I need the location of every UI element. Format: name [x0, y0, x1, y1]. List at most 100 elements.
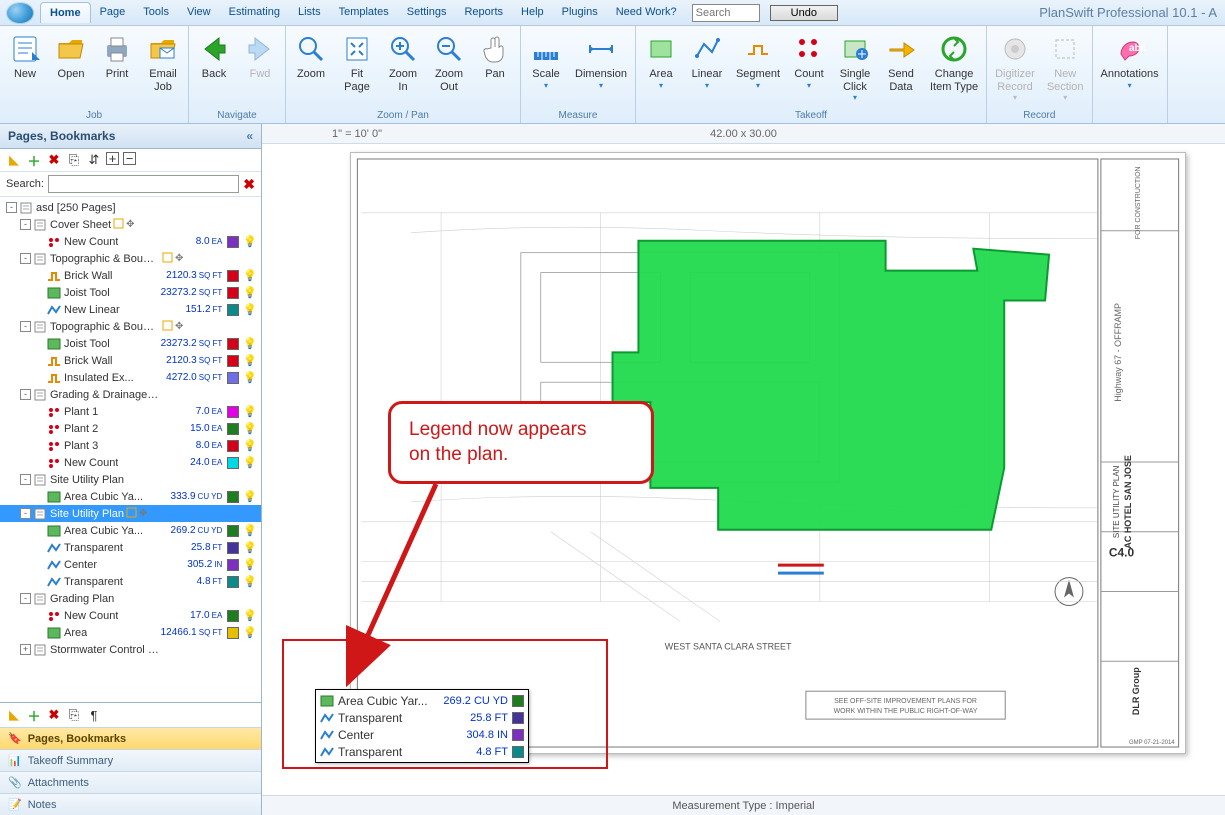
bulb-icon[interactable]: 💡 — [243, 354, 257, 367]
linear-button[interactable]: Linear▾ — [684, 28, 730, 109]
page-tree[interactable]: -asd [250 Pages]-Cover Sheet✥New Count8.… — [0, 197, 261, 702]
print-button[interactable]: Print — [94, 28, 140, 109]
color-swatch[interactable] — [227, 491, 239, 503]
tab-estimating[interactable]: Estimating — [220, 2, 289, 23]
back-button[interactable]: Back — [191, 28, 237, 109]
bt-add-icon[interactable]: ＋ — [26, 707, 42, 723]
tab-plugins[interactable]: Plugins — [553, 2, 607, 23]
single-button[interactable]: SingleClick▾ — [832, 28, 878, 109]
bulb-icon[interactable]: 💡 — [243, 609, 257, 622]
bulb-icon[interactable]: 💡 — [243, 371, 257, 384]
color-swatch[interactable] — [227, 559, 239, 571]
tree-node[interactable]: Plant 17.0 EA💡 — [0, 403, 261, 420]
bulb-icon[interactable]: 💡 — [243, 524, 257, 537]
bulb-icon[interactable]: 💡 — [243, 269, 257, 282]
tab-takeoff-summary[interactable]: 📊Takeoff Summary — [0, 749, 261, 771]
dimension-button[interactable]: Dimension▾ — [569, 28, 633, 109]
tab-page[interactable]: Page — [91, 2, 135, 23]
color-swatch[interactable] — [227, 542, 239, 554]
bulb-icon[interactable]: 💡 — [243, 558, 257, 571]
segment-button[interactable]: Segment▾ — [730, 28, 786, 109]
tree-node[interactable]: -asd [250 Pages] — [0, 199, 261, 216]
tab-tools[interactable]: Tools — [134, 2, 178, 23]
new-button[interactable]: New — [2, 28, 48, 109]
color-swatch[interactable] — [227, 406, 239, 418]
tab-need-work-[interactable]: Need Work? — [607, 2, 686, 23]
color-swatch[interactable] — [227, 610, 239, 622]
tree-node[interactable]: New Count24.0 EA💡 — [0, 454, 261, 471]
viewport[interactable]: FOR CONSTRUCTION Highway 67 - OFFRAMP SI… — [262, 144, 1225, 795]
tree-node[interactable]: -Cover Sheet✥ — [0, 216, 261, 233]
area-dropdown-icon[interactable]: ▾ — [659, 81, 663, 90]
clear-search-icon[interactable]: ✖ — [243, 176, 255, 193]
tree-toggle-icon[interactable]: - — [6, 202, 17, 213]
color-swatch[interactable] — [227, 457, 239, 469]
color-swatch[interactable] — [227, 304, 239, 316]
color-swatch[interactable] — [227, 440, 239, 452]
bulb-icon[interactable]: 💡 — [243, 286, 257, 299]
dimension-dropdown-icon[interactable]: ▾ — [599, 81, 603, 90]
scale-button[interactable]: Scale▾ — [523, 28, 569, 109]
bulb-icon[interactable]: 💡 — [243, 456, 257, 469]
tab-settings[interactable]: Settings — [398, 2, 456, 23]
tree-node[interactable]: Brick Wall2120.3 SQ FT💡 — [0, 352, 261, 369]
tree-node[interactable]: Transparent25.8 FT💡 — [0, 539, 261, 556]
tab-templates[interactable]: Templates — [330, 2, 398, 23]
tree-toggle-icon[interactable]: - — [20, 219, 31, 230]
tree-node[interactable]: Plant 215.0 EA💡 — [0, 420, 261, 437]
bt-triangle-icon[interactable]: ◣ — [6, 707, 22, 723]
tree-toggle-icon[interactable]: - — [20, 593, 31, 604]
tree-node[interactable]: Joist Tool23273.2 SQ FT💡 — [0, 335, 261, 352]
annotations-button[interactable]: abcAnnotations▾ — [1095, 28, 1165, 109]
tree-toggle-icon[interactable]: - — [20, 321, 31, 332]
color-swatch[interactable] — [227, 576, 239, 588]
count-dropdown-icon[interactable]: ▾ — [807, 81, 811, 90]
tree-node[interactable]: Insulated Ex...4272.0 SQ FT💡 — [0, 369, 261, 386]
tab-home[interactable]: Home — [40, 2, 91, 23]
extra-icon[interactable] — [126, 507, 137, 521]
annotations-dropdown-icon[interactable]: ▾ — [1128, 81, 1132, 90]
bulb-icon[interactable]: 💡 — [243, 422, 257, 435]
extra-icon[interactable] — [162, 252, 173, 266]
tree-node[interactable]: Joist Tool23273.2 SQ FT💡 — [0, 284, 261, 301]
bulb-icon[interactable]: 💡 — [243, 303, 257, 316]
bulb-icon[interactable]: 💡 — [243, 337, 257, 350]
undo-button[interactable]: Undo — [770, 5, 838, 21]
zout-button[interactable]: ZoomOut — [426, 28, 472, 109]
move-icon[interactable]: ✥ — [139, 508, 147, 519]
tree-toggle-icon[interactable]: + — [20, 644, 31, 655]
linear-dropdown-icon[interactable]: ▾ — [705, 81, 709, 90]
bulb-icon[interactable]: 💡 — [243, 541, 257, 554]
tree-node[interactable]: Center305.2 IN💡 — [0, 556, 261, 573]
fitpage-button[interactable]: FitPage — [334, 28, 380, 109]
bulb-icon[interactable]: 💡 — [243, 490, 257, 503]
tab-pages-bookmarks[interactable]: 🔖Pages, Bookmarks — [0, 727, 261, 749]
extra-icon[interactable] — [162, 320, 173, 334]
tool-triangle-icon[interactable]: ◣ — [6, 152, 22, 168]
tree-node[interactable]: -Topographic & Boundary Survey✥ — [0, 318, 261, 335]
tool-expand-icon[interactable]: + — [106, 152, 119, 165]
tree-node[interactable]: -Site Utility Plan — [0, 471, 261, 488]
tool-sort-icon[interactable]: ⇵ — [86, 152, 102, 168]
tool-copy-icon[interactable]: ⎘ — [66, 152, 82, 168]
color-swatch[interactable] — [227, 287, 239, 299]
tree-node[interactable]: -Topographic & Boundary Survey✥ — [0, 250, 261, 267]
tree-node[interactable]: +Stormwater Control Plan — [0, 641, 261, 658]
zoom-button[interactable]: Zoom — [288, 28, 334, 109]
side-search-input[interactable] — [48, 175, 239, 193]
tree-toggle-icon[interactable]: - — [20, 508, 31, 519]
tree-node[interactable]: -Site Utility Plan✥ — [0, 505, 261, 522]
change-button[interactable]: ChangeItem Type — [924, 28, 984, 109]
count-button[interactable]: Count▾ — [786, 28, 832, 109]
tab-attachments[interactable]: 📎Attachments — [0, 771, 261, 793]
tree-toggle-icon[interactable]: - — [20, 474, 31, 485]
single-dropdown-icon[interactable]: ▾ — [853, 93, 857, 102]
segment-dropdown-icon[interactable]: ▾ — [756, 81, 760, 90]
bulb-icon[interactable]: 💡 — [243, 405, 257, 418]
move-icon[interactable]: ✥ — [175, 321, 183, 332]
tab-notes[interactable]: 📝Notes — [0, 793, 261, 815]
area-button[interactable]: Area▾ — [638, 28, 684, 109]
color-swatch[interactable] — [227, 627, 239, 639]
tree-node[interactable]: Area Cubic Ya...333.9 CU YD💡 — [0, 488, 261, 505]
pan-button[interactable]: Pan — [472, 28, 518, 109]
